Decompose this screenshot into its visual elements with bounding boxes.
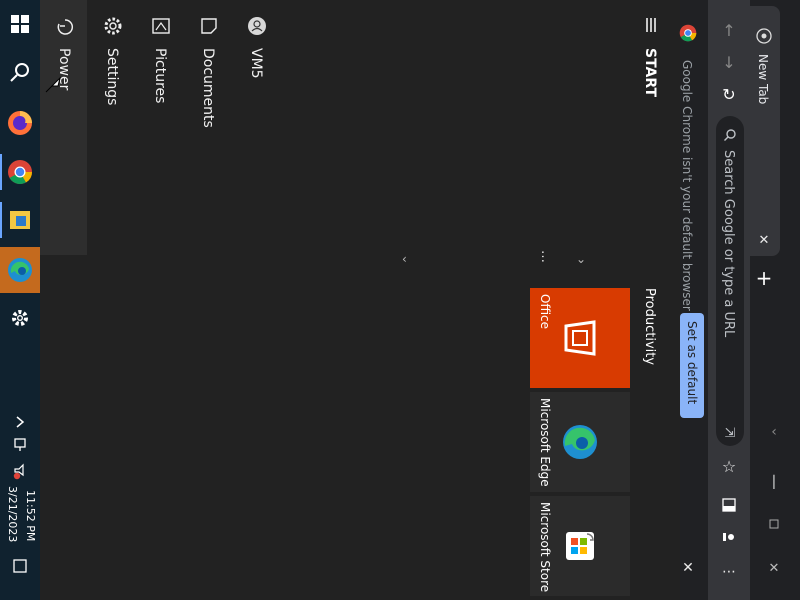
firefox-taskbar-button[interactable] <box>0 101 40 145</box>
tab-new-tab[interactable]: New Tab ✕ <box>748 6 780 256</box>
start-header: START <box>642 48 658 98</box>
tile-group-label: Productivity <box>642 288 657 366</box>
tab-title: New Tab <box>756 54 770 105</box>
more-options-ellipsis[interactable]: … <box>538 250 553 263</box>
document-icon <box>201 18 217 34</box>
close-icon: ✕ <box>758 232 770 248</box>
back-button[interactable]: ↑ <box>716 20 742 40</box>
default-browser-message: Google Chrome isn't your default browser <box>680 60 694 311</box>
profile-button[interactable] <box>716 526 742 548</box>
chrome-icon <box>8 160 32 185</box>
office-icon <box>564 320 596 356</box>
share-button[interactable]: ⇲ <box>721 424 739 442</box>
chevron-left-icon: ‹ <box>771 424 777 440</box>
settings-taskbar-button[interactable] <box>0 296 40 340</box>
collapse-arrow-icon[interactable]: ‹ <box>402 252 407 266</box>
office-tile[interactable]: Office <box>530 288 630 388</box>
chrome-logo-icon <box>679 24 697 42</box>
edge-icon <box>563 425 597 459</box>
bookmark-button[interactable]: ☆ <box>716 456 742 476</box>
start-user-item[interactable]: VM5 <box>242 14 272 264</box>
start-power-item[interactable]: Power <box>50 14 80 264</box>
chrome-logo-icon <box>756 28 772 44</box>
power-icon <box>57 19 74 35</box>
star-icon: ☆ <box>721 456 737 476</box>
arrow-down-icon: ↓ <box>722 52 736 72</box>
taskbar: 11:52 PM 3/21/2023 <box>0 0 40 600</box>
close-banner-button[interactable]: ✕ <box>680 560 696 576</box>
side-panel-button[interactable] <box>716 494 742 516</box>
avatar-icon <box>248 17 266 35</box>
plus-icon: + <box>755 266 773 290</box>
edge-taskbar-button[interactable] <box>0 247 40 293</box>
minimize-button[interactable]: ‹ <box>764 422 784 442</box>
store-tile-label: Microsoft Store <box>538 502 552 593</box>
hamburger-menu-button[interactable] <box>640 14 662 36</box>
minimize-window-button[interactable]: │ <box>764 472 784 492</box>
start-user-label: VM5 <box>248 48 264 79</box>
chevron-right-icon <box>16 416 25 428</box>
picture-icon <box>152 18 170 34</box>
minimize-icon: │ <box>770 475 778 489</box>
edge-tile[interactable]: Microsoft Edge <box>530 392 630 492</box>
omnibox[interactable]: Search Google or type a URL ⇲ <box>716 116 744 446</box>
notifications-button[interactable] <box>0 548 40 584</box>
store-tile[interactable]: Microsoft Store <box>530 496 630 596</box>
close-icon: ✕ <box>682 560 694 576</box>
forward-button[interactable]: ↓ <box>716 52 742 72</box>
edge-tile-label: Microsoft Edge <box>538 398 552 487</box>
file-explorer-taskbar-button[interactable] <box>0 198 40 242</box>
store-icon <box>566 532 594 560</box>
reload-button[interactable]: ↻ <box>716 84 742 104</box>
set-as-default-label: Set as default <box>685 321 699 405</box>
start-documents-label: Documents <box>200 48 216 128</box>
notification-icon <box>13 559 27 573</box>
gear-icon <box>12 310 28 326</box>
search-icon <box>10 63 29 82</box>
set-as-default-button[interactable]: Set as default <box>680 313 704 418</box>
start-settings-item[interactable]: Settings <box>98 14 128 264</box>
taskbar-date[interactable]: 3/21/2023 <box>6 486 19 542</box>
more-vertical-icon: ⋯ <box>722 564 736 580</box>
network-icon <box>14 438 26 451</box>
start-settings-label: Settings <box>104 48 120 106</box>
start-pictures-item[interactable]: Pictures <box>146 14 176 264</box>
close-tab-button[interactable]: ✕ <box>756 232 772 248</box>
gear-icon <box>104 17 122 35</box>
expand-arrow-icon[interactable]: ⌄ <box>576 252 586 266</box>
start-documents-item[interactable]: Documents <box>194 14 224 264</box>
windows-start-button[interactable] <box>0 2 40 46</box>
volume-button[interactable] <box>0 456 40 486</box>
mouse-cursor-icon <box>45 76 61 93</box>
office-tile-label: Office <box>538 294 552 330</box>
new-tab-button[interactable]: + <box>752 266 776 290</box>
volume-muted-icon <box>13 463 24 480</box>
chrome-menu-button[interactable]: ⋯ <box>716 562 742 582</box>
search-button[interactable] <box>0 50 40 94</box>
windows-logo-icon <box>11 15 29 33</box>
close-window-button[interactable]: ✕ <box>764 558 784 578</box>
reload-icon: ↻ <box>722 84 736 104</box>
hamburger-icon <box>646 18 656 32</box>
edge-icon <box>8 258 32 282</box>
maximize-button[interactable] <box>764 514 784 534</box>
profile-icon <box>723 533 734 541</box>
chrome-taskbar-button[interactable] <box>0 150 40 194</box>
close-icon: ✕ <box>768 560 780 576</box>
side-panel-icon <box>722 498 736 512</box>
maximize-icon <box>769 519 779 529</box>
omnibox-placeholder: Search Google or type a URL <box>721 150 736 338</box>
taskbar-time[interactable]: 11:52 PM <box>24 490 37 541</box>
firefox-icon <box>8 111 32 135</box>
folder-icon <box>10 211 30 229</box>
arrow-up-icon: ↑ <box>722 20 736 40</box>
start-pictures-label: Pictures <box>152 48 168 104</box>
search-icon <box>724 129 736 141</box>
share-icon: ⇲ <box>724 425 736 441</box>
